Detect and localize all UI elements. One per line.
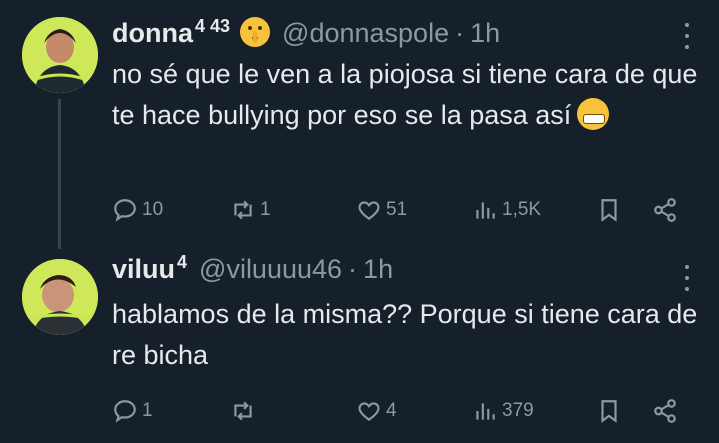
bookmark-button[interactable] (596, 197, 622, 223)
like-count: 4 (386, 400, 397, 421)
heart-icon (358, 201, 380, 220)
avatar-image (22, 259, 98, 335)
user-handle[interactable]: @donnaspole (282, 18, 449, 49)
reply-icon (114, 199, 136, 222)
grinning-face-emoji-icon (577, 98, 610, 130)
display-name[interactable]: viluu (112, 254, 175, 285)
share-icon (654, 399, 676, 423)
retweet-icon (234, 200, 252, 220)
views-chart-icon (476, 202, 495, 219)
avatar-image (22, 17, 98, 93)
tweet[interactable]: viluu 4 @viluuuu46 · 1h hablamos de la m… (0, 236, 719, 443)
bookmark-icon (601, 400, 617, 423)
like-button[interactable]: 4 (356, 398, 397, 424)
share-icon (654, 198, 676, 222)
reply-count: 10 (142, 199, 164, 220)
separator-dot: · (455, 18, 465, 48)
tweet-text: no sé que le ven a la piojosa si tiene c… (112, 54, 702, 136)
shushing-face-emoji-icon (240, 17, 271, 47)
views-button[interactable]: 379 (472, 398, 534, 424)
action-bar: 10 1 51 1,5K (112, 197, 692, 227)
retweet-count: 1 (260, 199, 271, 220)
heart-icon (358, 402, 380, 421)
tweet-text: hablamos de la misma?? Porque si tiene c… (112, 299, 698, 370)
avatar[interactable] (22, 17, 98, 93)
views-count: 379 (502, 400, 534, 421)
timestamp[interactable]: 1h (363, 254, 393, 285)
timestamp[interactable]: 1h (470, 18, 500, 49)
share-button[interactable] (652, 197, 678, 223)
display-name[interactable]: donna (112, 18, 193, 49)
views-chart-icon (476, 403, 495, 420)
views-button[interactable]: 1,5K (472, 197, 541, 223)
retweet-icon (234, 401, 252, 421)
more-options-icon[interactable] (683, 23, 691, 49)
share-button[interactable] (652, 398, 678, 424)
tweet-text-body: no sé que le ven a la piojosa si tiene c… (112, 59, 698, 130)
retweet-button[interactable] (230, 398, 260, 424)
bookmark-button[interactable] (596, 398, 622, 424)
avatar[interactable] (22, 259, 98, 335)
reply-button[interactable]: 10 (112, 197, 163, 223)
retweet-button[interactable]: 1 (230, 197, 271, 223)
action-bar: 1 4 379 (112, 398, 692, 428)
display-name-superscript: 4 43 (195, 16, 231, 36)
reply-count: 1 (142, 400, 153, 421)
display-name-superscript: 4 (177, 252, 188, 272)
bookmark-icon (601, 199, 617, 222)
thread-line (58, 99, 61, 249)
user-handle[interactable]: @viluuuu46 (199, 254, 342, 285)
tweet-header: viluu 4 @viluuuu46 · 1h (112, 252, 393, 290)
like-count: 51 (386, 199, 408, 220)
like-button[interactable]: 51 (356, 197, 407, 223)
separator-dot: · (348, 254, 358, 284)
tweet-header: donna 4 43 @donnaspole · 1h (112, 12, 500, 48)
reply-button[interactable]: 1 (112, 398, 153, 424)
reply-icon (114, 400, 136, 423)
views-count: 1,5K (502, 199, 542, 220)
more-options-icon[interactable] (683, 265, 691, 291)
tweet[interactable]: donna 4 43 @donnaspole · 1h no sé que le… (0, 0, 719, 249)
